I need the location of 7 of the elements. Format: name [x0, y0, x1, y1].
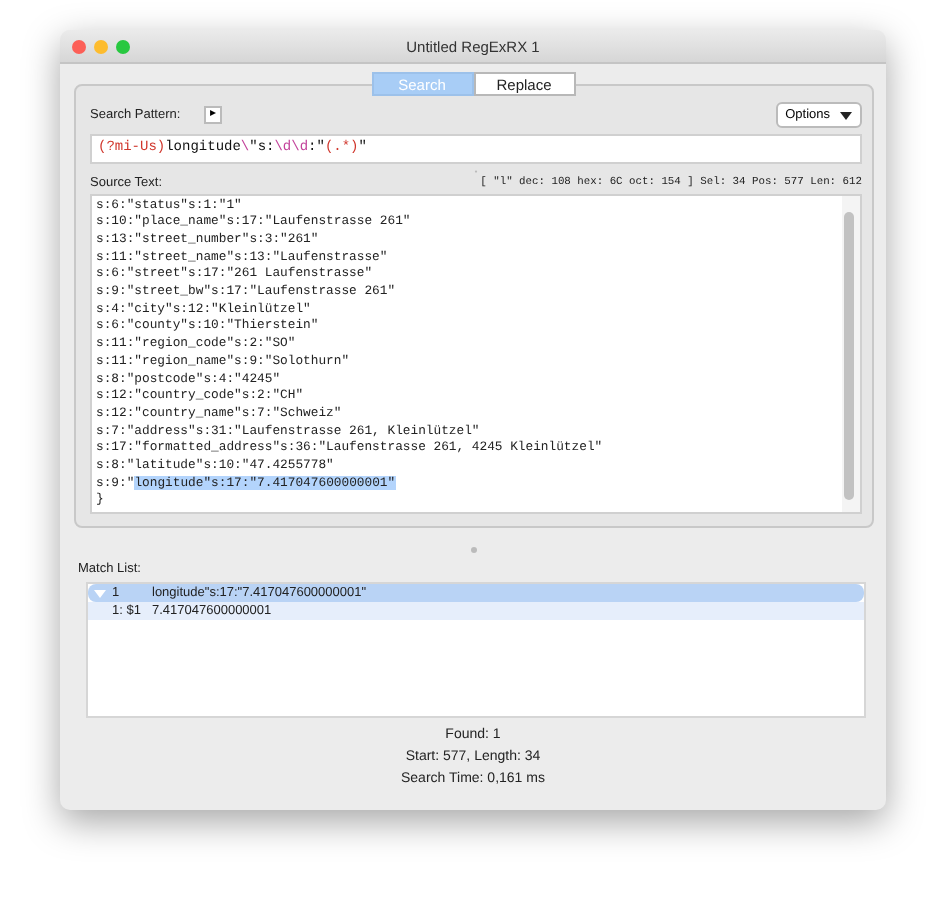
close-button[interactable] [72, 39, 86, 53]
scrollbar[interactable] [842, 195, 860, 512]
minimize-button[interactable] [94, 39, 108, 53]
caret-icon [840, 111, 852, 119]
zoom-button[interactable] [116, 39, 130, 53]
source-text-area[interactable] [90, 193, 862, 514]
splitter-handle[interactable] [469, 546, 477, 554]
